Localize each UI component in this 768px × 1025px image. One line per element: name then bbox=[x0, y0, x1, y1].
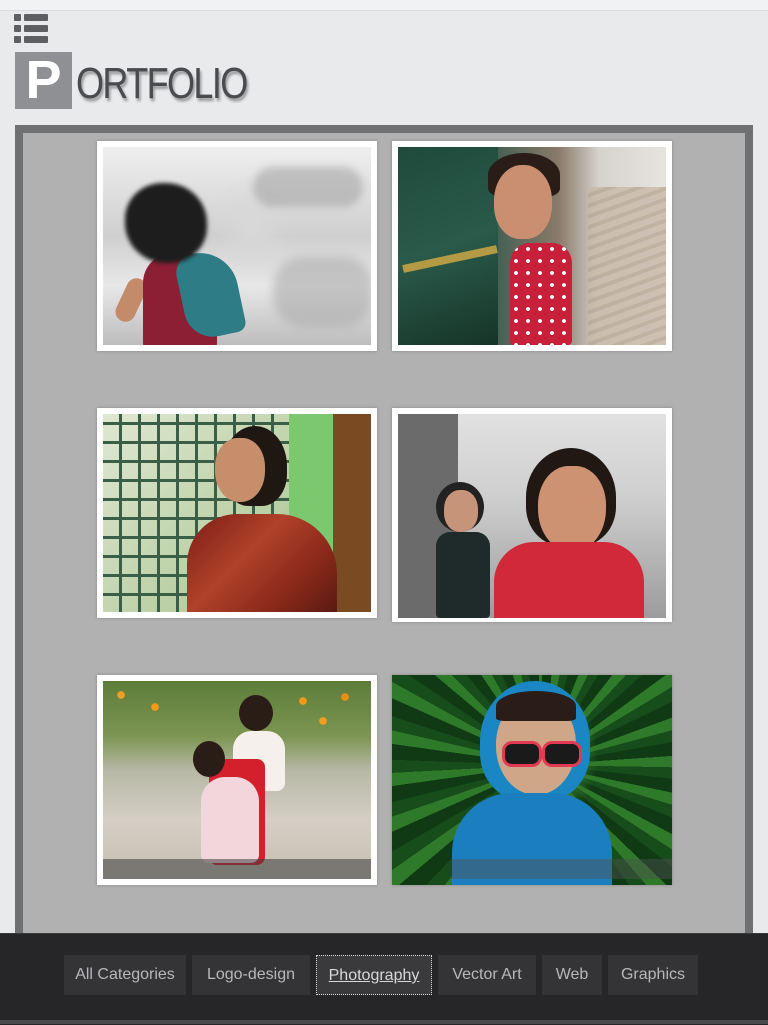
logo-text: ORTFOLIO bbox=[76, 59, 248, 108]
gallery-frame bbox=[15, 125, 753, 945]
nav-item-web[interactable]: Web bbox=[542, 955, 602, 995]
nav-item-graphics[interactable]: Graphics bbox=[608, 955, 698, 995]
nav-bottom-border bbox=[0, 1020, 768, 1024]
gallery-item-photo-6[interactable] bbox=[392, 675, 672, 885]
gallery-item-photo-5[interactable] bbox=[97, 675, 377, 885]
nav-item-all-categories[interactable]: All Categories bbox=[64, 955, 186, 995]
photo-image bbox=[103, 414, 371, 612]
gallery-grid bbox=[23, 133, 745, 937]
photo-image bbox=[398, 414, 666, 618]
nav-item-photography[interactable]: Photography bbox=[316, 955, 432, 995]
gallery-item-photo-2[interactable] bbox=[392, 141, 672, 351]
nav-item-vector-art[interactable]: Vector Art bbox=[438, 955, 536, 995]
photo-image bbox=[392, 675, 672, 885]
gallery-item-photo-4[interactable] bbox=[392, 408, 672, 622]
nav-item-logo-design[interactable]: Logo-design bbox=[192, 955, 310, 995]
category-nav-bar: All Categories Logo-design Photography V… bbox=[0, 933, 768, 1025]
logo-letter: P bbox=[15, 52, 72, 109]
top-strip bbox=[0, 0, 768, 11]
photo-image bbox=[103, 147, 371, 345]
gallery-item-photo-1[interactable] bbox=[97, 141, 377, 351]
photo-image bbox=[398, 147, 666, 345]
gallery-item-photo-3[interactable] bbox=[97, 408, 377, 618]
photo-image bbox=[103, 681, 371, 879]
list-menu-icon[interactable] bbox=[14, 14, 50, 46]
